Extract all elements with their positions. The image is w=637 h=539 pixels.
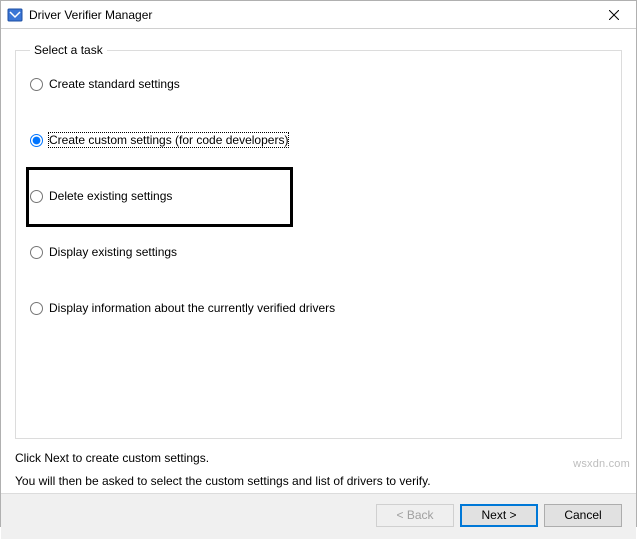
option-create-standard[interactable]: Create standard settings: [30, 77, 607, 91]
instruction-line-2: You will then be asked to select the cus…: [15, 470, 622, 493]
option-delete-existing[interactable]: Delete existing settings: [30, 189, 607, 203]
titlebar: Driver Verifier Manager: [1, 1, 636, 29]
back-button: < Back: [376, 504, 454, 527]
button-bar: < Back Next > Cancel: [1, 493, 636, 539]
radio-label: Display existing settings: [49, 245, 177, 259]
group-legend: Select a task: [30, 43, 107, 57]
task-group: Select a task Create standard settings C…: [15, 43, 622, 439]
radio-input[interactable]: [30, 190, 43, 203]
close-icon: [609, 10, 619, 20]
option-display-current[interactable]: Display information about the currently …: [30, 301, 607, 315]
app-icon: [7, 7, 23, 23]
dialog-window: Driver Verifier Manager Select a task Cr…: [0, 0, 637, 527]
radio-input[interactable]: [30, 246, 43, 259]
radio-label: Delete existing settings: [49, 189, 172, 203]
window-title: Driver Verifier Manager: [29, 8, 591, 22]
content-area: Select a task Create standard settings C…: [1, 29, 636, 493]
radio-input[interactable]: [30, 302, 43, 315]
radio-label: Display information about the currently …: [49, 301, 335, 315]
next-button[interactable]: Next >: [460, 504, 538, 527]
instructions: Click Next to create custom settings. Yo…: [15, 447, 622, 493]
cancel-button[interactable]: Cancel: [544, 504, 622, 527]
option-create-custom[interactable]: Create custom settings (for code develop…: [30, 133, 607, 147]
radio-input[interactable]: [30, 134, 43, 147]
radio-label: Create standard settings: [49, 77, 180, 91]
option-display-existing[interactable]: Display existing settings: [30, 245, 607, 259]
radio-input[interactable]: [30, 78, 43, 91]
radio-label: Create custom settings (for code develop…: [49, 133, 288, 147]
close-button[interactable]: [591, 1, 636, 29]
instruction-line-1: Click Next to create custom settings.: [15, 447, 622, 470]
